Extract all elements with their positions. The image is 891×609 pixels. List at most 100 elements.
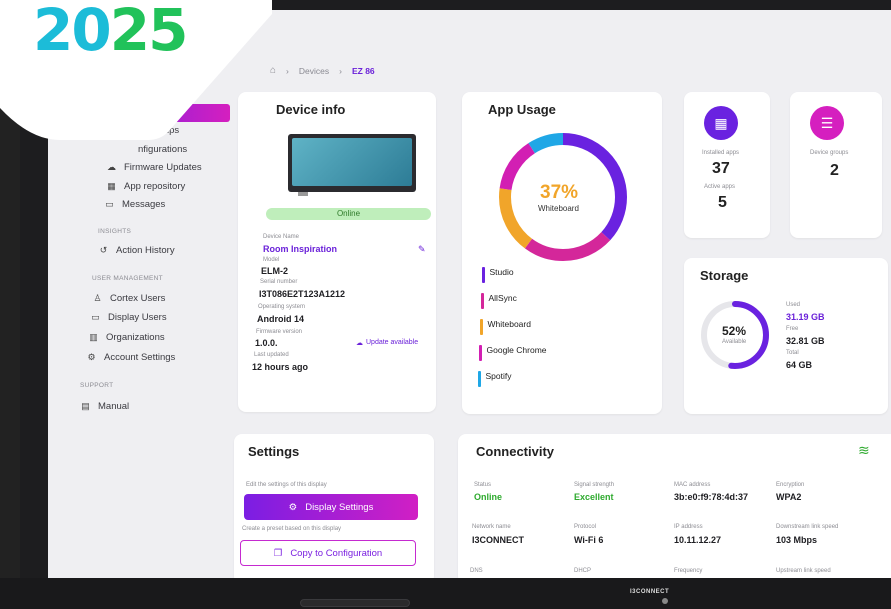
year-badge-text: 2025	[33, 0, 188, 64]
total-value: 64 GB	[786, 360, 813, 370]
os-label: Operating system	[258, 304, 306, 310]
device-name-label: Device Name	[263, 234, 300, 240]
breadcrumb-current: EZ 86	[351, 65, 375, 76]
cloud-upload-icon: ☁	[356, 340, 363, 347]
gear-icon: ⚙	[288, 501, 298, 513]
firmware-value: 1.0.0.	[255, 338, 278, 348]
section-support: SUPPORT	[80, 382, 114, 389]
card-title: Device info	[276, 102, 346, 117]
storage-available-label: Available	[722, 339, 747, 345]
button-label: Copy to Configuration	[290, 547, 383, 559]
encryption-value: WPA2	[776, 492, 802, 502]
wifi-icon: ≋	[858, 442, 870, 458]
button-label: Display Settings	[305, 501, 374, 513]
total-label: Total	[786, 350, 799, 356]
list-item[interactable]: Google Chrome	[479, 345, 547, 361]
sidebar-item-organizations[interactable]: ▥ Organizations	[88, 332, 164, 343]
book-icon: ▤	[81, 401, 90, 411]
edit-icon[interactable]: ✎	[418, 244, 426, 255]
model-label: Model	[263, 257, 280, 263]
year-digits-left: 20	[33, 0, 112, 64]
downstream-label: Downstream link speed	[776, 524, 839, 530]
protocol-value: Wi-Fi 6	[574, 535, 604, 545]
installed-apps-card: ▦ Installed apps 37 Active apps 5	[684, 92, 770, 238]
usage-center-label: Whiteboard	[538, 204, 579, 213]
last-updated-label: Last updated	[254, 352, 289, 358]
downstream-value: 103 Mbps	[776, 535, 818, 545]
serial-value: I3T086E2T123A1212	[259, 289, 346, 299]
app-name: Whiteboard	[487, 319, 531, 329]
card-title: Storage	[700, 268, 749, 283]
sidebar-item-action-history[interactable]: ↺ Action History	[98, 245, 175, 256]
dns-label: DNS	[470, 568, 483, 574]
copy-to-configuration-button[interactable]: ❐ Copy to Configuration	[240, 540, 416, 566]
sidebar-item-display-users[interactable]: ▭ Display Users	[90, 312, 167, 323]
gear-icon: ⚙	[87, 352, 96, 362]
app-name: Spotify	[485, 371, 512, 381]
sidebar-item-label: Messages	[122, 199, 166, 210]
bezel-slot	[300, 599, 410, 607]
cloud-icon: ☁	[107, 162, 116, 172]
firmware-label: Firmware version	[256, 329, 303, 335]
sidebar-item-account-settings[interactable]: ⚙ Account Settings	[86, 352, 175, 363]
message-icon: ▭	[105, 199, 114, 209]
chevron-right-icon: ›	[339, 65, 342, 76]
list-item[interactable]: Studio	[482, 267, 514, 283]
model-value: ELM-2	[261, 266, 288, 276]
used-label: Used	[786, 302, 801, 308]
free-value: 32.81 GB	[786, 336, 825, 346]
sidebar-item-label: Cortex Users	[110, 293, 166, 304]
serial-label: Serial number	[260, 279, 298, 285]
status-value: Online	[474, 492, 503, 502]
sidebar-item-cortex-users[interactable]: ♙ Cortex Users	[92, 293, 165, 304]
app-name: Studio	[489, 267, 514, 277]
used-value: 31.19 GB	[786, 312, 825, 322]
list-item[interactable]: Spotify	[478, 371, 512, 387]
sidebar-item-messages[interactable]: ▭ Messages	[104, 199, 165, 210]
display-users-icon: ▭	[91, 312, 100, 322]
sidebar-item-label: Firmware Updates	[124, 162, 202, 173]
legend-swatch	[480, 319, 483, 335]
list-item[interactable]: Whiteboard	[480, 319, 531, 335]
bezel-brand: I3CONNECT	[630, 589, 670, 595]
last-updated-value: 12 hours ago	[252, 362, 309, 372]
breadcrumb-devices[interactable]: Devices	[299, 66, 329, 76]
sidebar-item-app-repository[interactable]: ▦ App repository	[106, 181, 185, 192]
card-title: App Usage	[488, 102, 556, 117]
status-label: Status	[474, 482, 492, 488]
section-user-management: USER MANAGEMENT	[92, 275, 163, 282]
sidebar-item-manual[interactable]: ▤ Manual	[80, 401, 129, 412]
network-value: I3CONNECT	[472, 535, 525, 545]
ip-value: 10.11.12.27	[674, 535, 722, 545]
bezel-bottom	[0, 578, 891, 609]
signal-value: Excellent	[574, 492, 614, 502]
device-groups-label: Device groups	[810, 150, 849, 156]
mac-label: MAC address	[674, 482, 711, 488]
user-icon: ♙	[93, 293, 102, 303]
free-label: Free	[786, 326, 799, 332]
legend-swatch	[479, 345, 482, 361]
app-name: AllSync	[488, 293, 517, 303]
os-value: Android 14	[257, 314, 305, 324]
settings-preset-hint: Create a preset based on this display	[242, 526, 342, 532]
sidebar-item-label: Action History	[116, 245, 175, 256]
display-settings-button[interactable]: ⚙ Display Settings	[244, 494, 418, 520]
card-title: Connectivity	[476, 444, 555, 459]
sidebar-item-firmware-updates[interactable]: ☁ Firmware Updates	[106, 162, 202, 173]
sidebar-item-label: Display Users	[108, 312, 167, 323]
device-groups-card: ☰ Device groups 2	[790, 92, 882, 238]
protocol-label: Protocol	[574, 524, 597, 530]
legend-swatch	[478, 371, 481, 387]
breadcrumb: ⌂ › Devices › EZ 86	[270, 65, 375, 76]
app-name: Google Chrome	[486, 345, 547, 355]
device-screen-image	[292, 138, 412, 186]
active-apps-label: Active apps	[704, 184, 736, 190]
frequency-label: Frequency	[674, 568, 703, 574]
device-groups-value: 2	[830, 162, 839, 179]
device-name-value: Room Inspiration	[263, 244, 337, 254]
update-available-link[interactable]: ☁ Update available	[356, 339, 418, 347]
power-led	[662, 598, 668, 604]
list-item[interactable]: AllSync	[481, 293, 517, 309]
network-label: Network name	[472, 524, 511, 530]
legend-swatch	[481, 293, 484, 309]
